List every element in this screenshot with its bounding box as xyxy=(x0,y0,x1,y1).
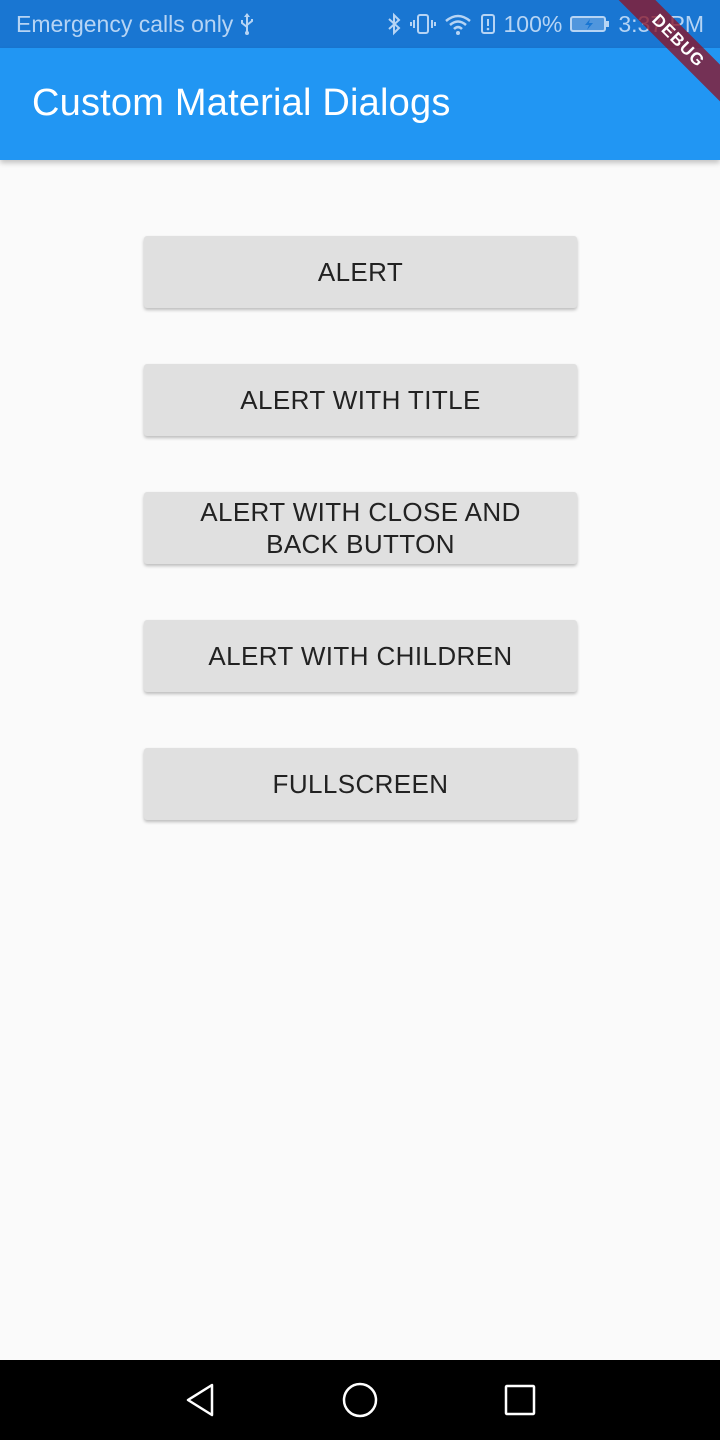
battery-charging-icon xyxy=(570,12,610,36)
navigation-bar xyxy=(0,1360,720,1440)
fullscreen-button[interactable]: FULLSCREEN xyxy=(144,748,577,820)
usb-icon xyxy=(239,12,255,36)
button-list: ALERT ALERT WITH TITLE ALERT WITH CLOSE … xyxy=(0,160,720,1360)
back-icon[interactable] xyxy=(180,1380,220,1420)
status-left: Emergency calls only xyxy=(16,11,255,38)
alert-button[interactable]: ALERT xyxy=(144,236,577,308)
battery-alert-icon xyxy=(480,12,496,36)
bluetooth-icon xyxy=(386,12,402,36)
alert-with-close-and-back-button[interactable]: ALERT WITH CLOSE AND BACK BUTTON xyxy=(144,492,577,564)
alert-with-children-button[interactable]: ALERT WITH CHILDREN xyxy=(144,620,577,692)
app-title: Custom Material Dialogs xyxy=(32,82,451,124)
clock-time: 3:37 PM xyxy=(618,10,704,37)
alert-with-title-button[interactable]: ALERT WITH TITLE xyxy=(144,364,577,436)
status-bar: Emergency calls only 100% 3:37 PM xyxy=(0,0,720,48)
recents-icon[interactable] xyxy=(500,1380,540,1420)
wifi-icon xyxy=(444,12,472,36)
app-bar: Custom Material Dialogs xyxy=(0,48,720,160)
battery-percent: 100% xyxy=(503,10,563,37)
home-icon[interactable] xyxy=(340,1380,380,1420)
carrier-text: Emergency calls only xyxy=(16,10,234,37)
vibrate-icon xyxy=(409,12,436,36)
status-right: 100% 3:37 PM xyxy=(386,11,704,38)
